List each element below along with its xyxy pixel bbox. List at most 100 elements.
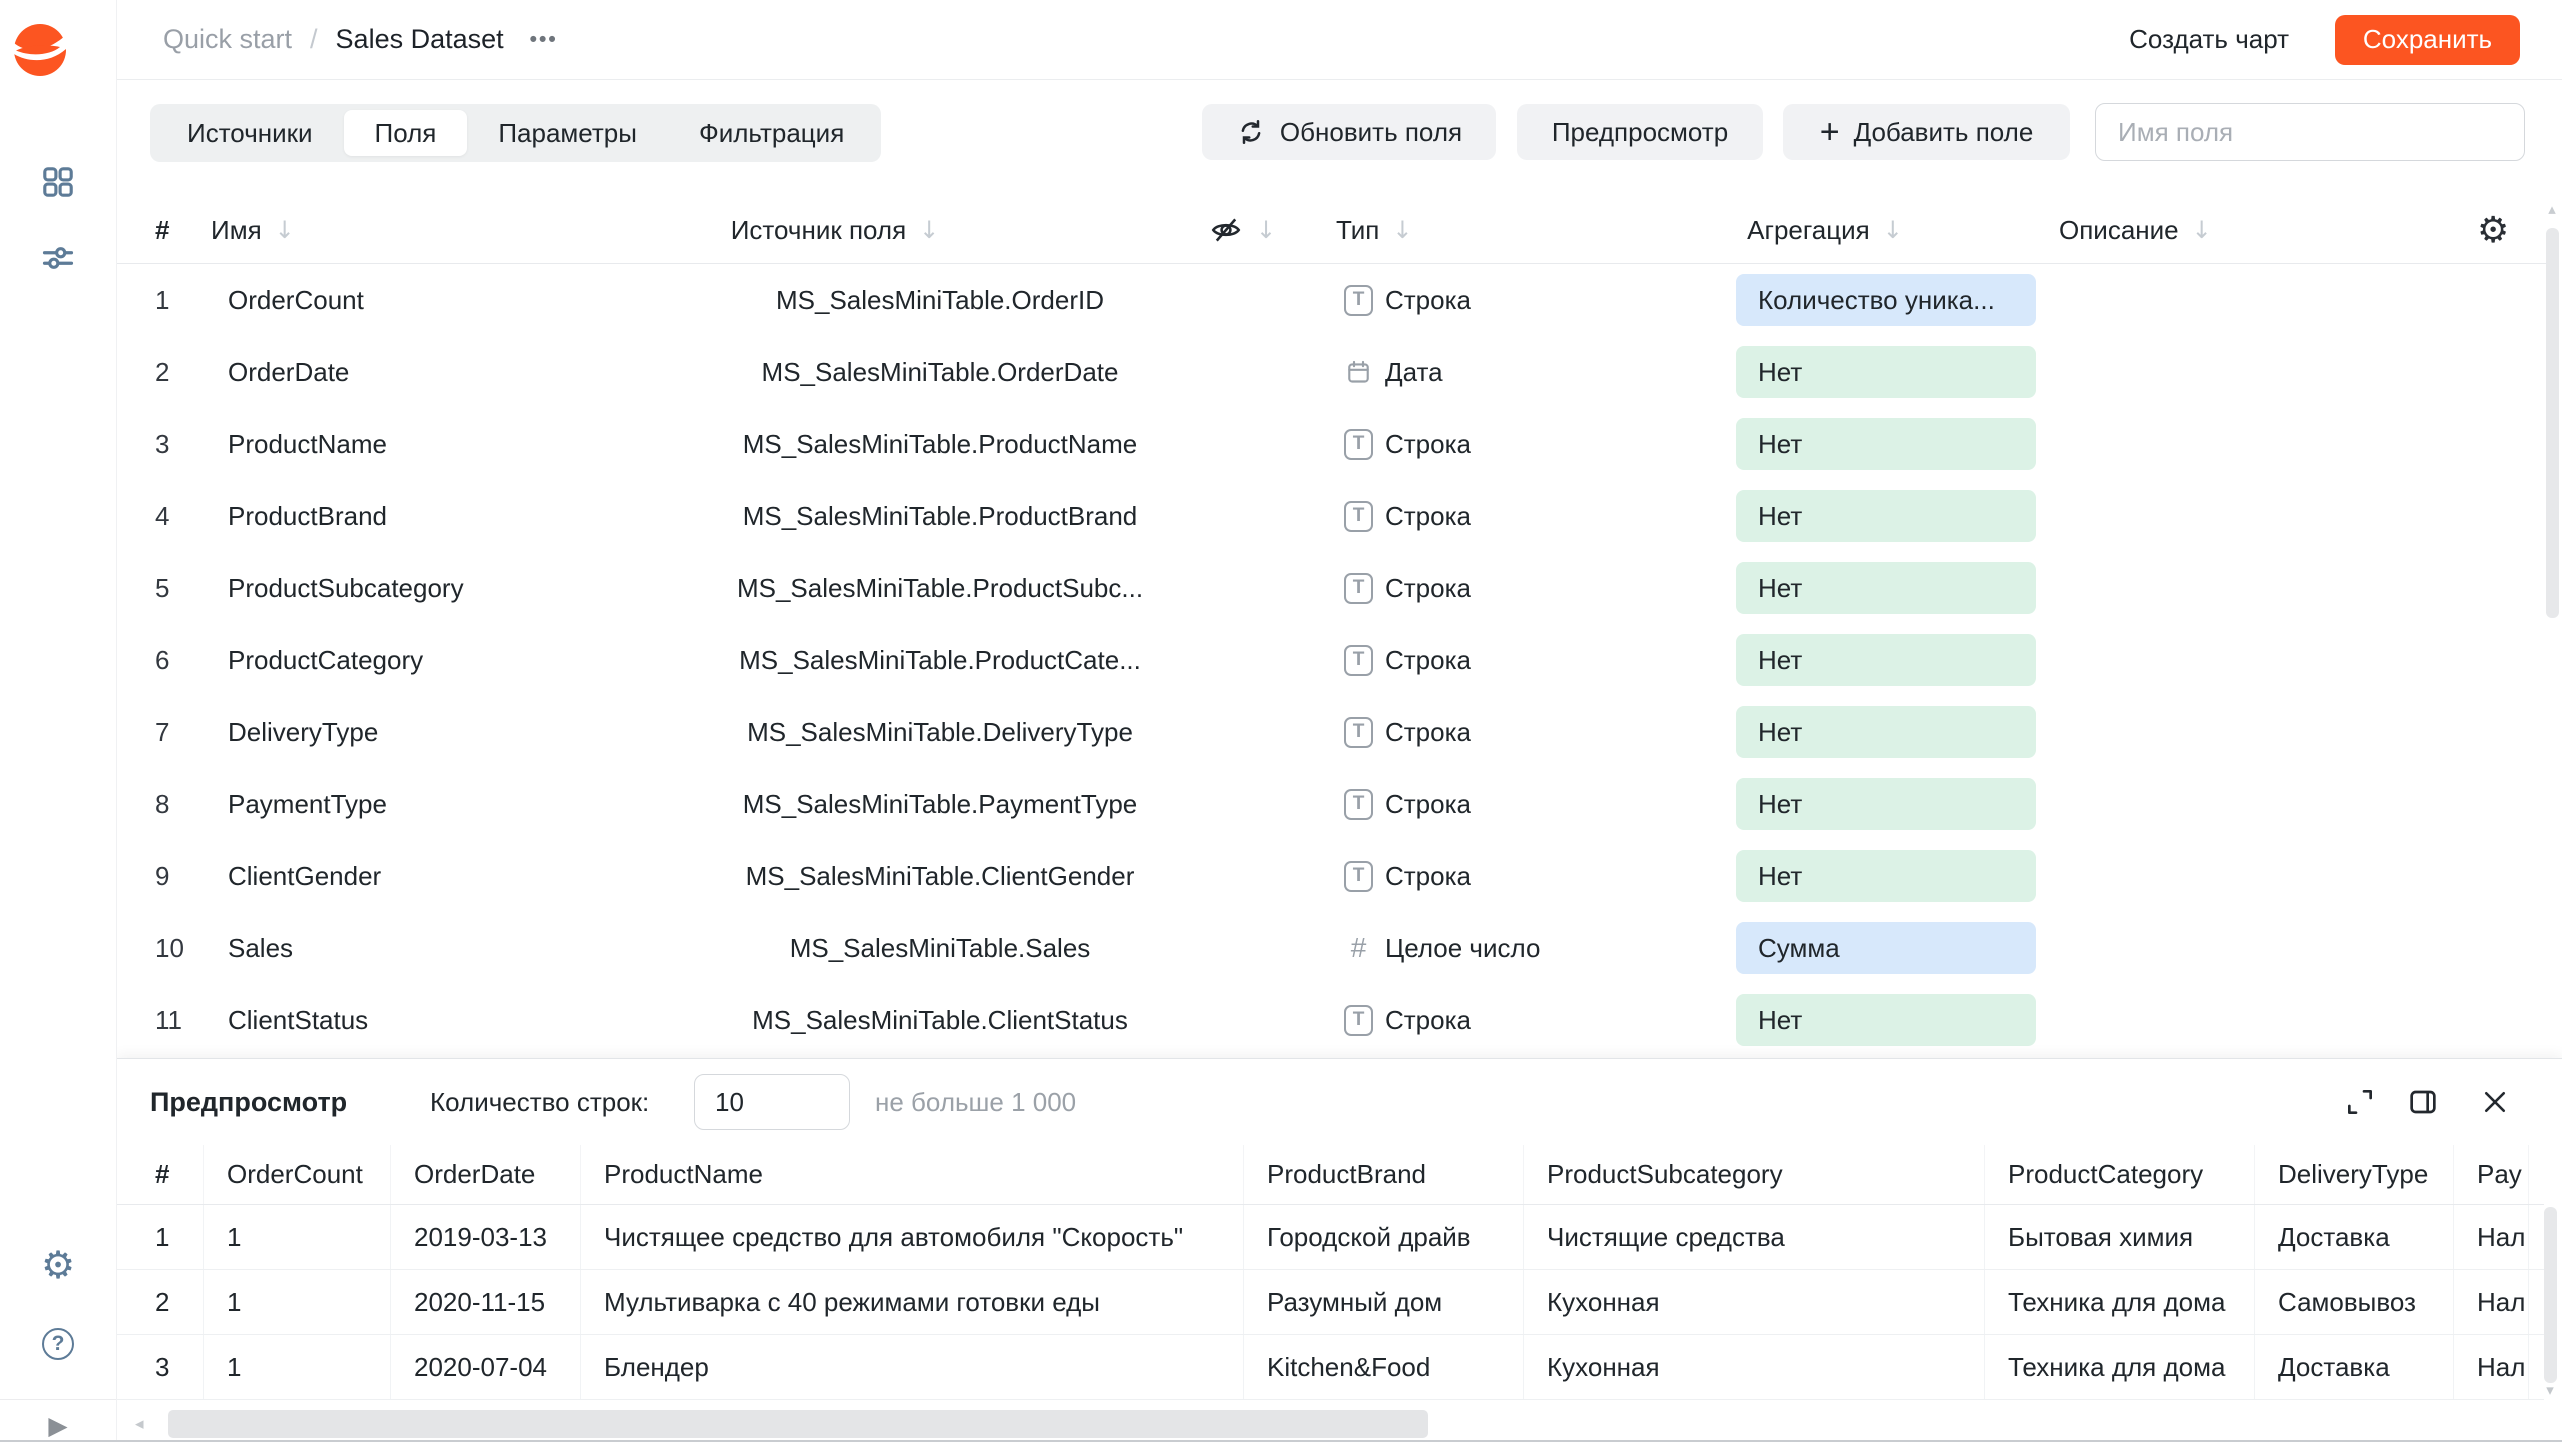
preview-cell: Самовывоз (2254, 1270, 2453, 1334)
field-row[interactable]: 5ProductSubcategoryMS_SalesMiniTable.Pro… (117, 552, 2546, 624)
sort-icon[interactable]: ↓ (1883, 216, 1903, 244)
sort-icon[interactable]: ↓ (2192, 216, 2212, 244)
row-count-input[interactable] (694, 1074, 850, 1130)
field-row[interactable]: 8PaymentTypeMS_SalesMiniTable.PaymentTyp… (117, 768, 2546, 840)
tab-parameters[interactable]: Параметры (467, 110, 668, 156)
field-type-label: Строка (1385, 789, 1471, 820)
tab-sources[interactable]: Источники (156, 110, 344, 156)
column-header-visibility[interactable]: ↓ (1209, 196, 1276, 264)
aggregation-select[interactable]: Количество уника... (1736, 274, 2036, 326)
preview-scroll-down-icon[interactable]: ▾ (2542, 1381, 2558, 1399)
sidebar: ⚙ ? ▶ (0, 0, 117, 1442)
add-field-button[interactable]: +Добавить поле (1783, 104, 2070, 160)
field-type: TСтрока (1330, 645, 1730, 676)
table-settings-gear-icon[interactable]: ⚙ (2477, 196, 2509, 264)
field-row[interactable]: 1OrderCountMS_SalesMiniTable.OrderIDTСтр… (117, 264, 2546, 336)
row-count-label: Количество строк: (430, 1087, 649, 1118)
field-row[interactable]: 4ProductBrandMS_SalesMiniTable.ProductBr… (117, 480, 2546, 552)
datalens-logo-icon[interactable] (14, 24, 66, 76)
aggregation-select[interactable]: Нет (1736, 634, 2036, 686)
field-name: ClientGender (210, 861, 650, 892)
refresh-fields-label: Обновить поля (1280, 117, 1462, 148)
field-row[interactable]: 11ClientStatusMS_SalesMiniTable.ClientSt… (117, 984, 2546, 1056)
field-type-label: Строка (1385, 573, 1471, 604)
sidebar-gear-icon[interactable]: ⚙ (38, 1246, 78, 1286)
sort-icon[interactable]: ↓ (919, 216, 939, 244)
aggregation-select[interactable]: Нет (1736, 850, 2036, 902)
settings-sliders-icon[interactable] (38, 238, 78, 278)
integer-type-icon: # (1344, 932, 1373, 964)
aggregation-cell: Нет (1730, 850, 2040, 902)
tab-fields[interactable]: Поля (344, 110, 468, 156)
field-row[interactable]: 3ProductNameMS_SalesMiniTable.ProductNam… (117, 408, 2546, 480)
sort-icon[interactable]: ↓ (275, 216, 295, 244)
field-type-label: Строка (1385, 645, 1471, 676)
preview-title: Предпросмотр (150, 1087, 347, 1118)
fields-vertical-scrollbar[interactable] (2546, 228, 2559, 618)
aggregation-select[interactable]: Нет (1736, 490, 2036, 542)
aggregation-cell: Сумма (1730, 922, 2040, 974)
aggregation-cell: Нет (1730, 418, 2040, 470)
navigation-grid-icon[interactable] (38, 162, 78, 202)
aggregation-select[interactable]: Сумма (1736, 922, 2036, 974)
preview-vertical-scrollbar[interactable] (2544, 1207, 2557, 1383)
preview-cell: 1 (203, 1270, 390, 1334)
field-name-search-input[interactable] (2095, 103, 2525, 161)
preview-split-view-icon[interactable] (2405, 1084, 2441, 1120)
refresh-fields-button[interactable]: Обновить поля (1202, 104, 1496, 160)
aggregation-select[interactable]: Нет (1736, 418, 2036, 470)
preview-close-icon[interactable] (2477, 1084, 2513, 1120)
save-button[interactable]: Сохранить (2335, 15, 2520, 65)
column-header-type[interactable]: Тип ↓ (1336, 196, 1412, 264)
preview-horizontal-scrollbar[interactable] (168, 1410, 1428, 1438)
preview-cell: Нал (2453, 1335, 2528, 1399)
field-name: ProductBrand (210, 501, 650, 532)
column-header-name[interactable]: Имя↓ (211, 196, 295, 264)
scroll-left-icon[interactable]: ◂ (135, 1414, 144, 1434)
field-name: DeliveryType (210, 717, 650, 748)
row-index: 5 (117, 573, 210, 604)
more-menu-icon[interactable]: ••• (530, 28, 558, 52)
field-type-label: Строка (1385, 1005, 1471, 1036)
field-type: TСтрока (1330, 789, 1730, 820)
string-type-icon: T (1344, 861, 1373, 892)
field-row[interactable]: 7DeliveryTypeMS_SalesMiniTable.DeliveryT… (117, 696, 2546, 768)
fields-scroll-up-icon[interactable]: ▴ (2544, 200, 2560, 218)
breadcrumb-quick-start[interactable]: Quick start (163, 24, 292, 55)
preview-cell: Доставка (2254, 1205, 2453, 1269)
column-header-aggregation[interactable]: Агрегация↓ (1730, 196, 1920, 264)
field-type-label: Строка (1385, 501, 1471, 532)
aggregation-select[interactable]: Нет (1736, 346, 2036, 398)
preview-cell: Чистящее средство для автомобиля "Скорос… (580, 1205, 1243, 1269)
aggregation-select[interactable]: Нет (1736, 706, 2036, 758)
aggregation-select[interactable]: Нет (1736, 778, 2036, 830)
field-source: MS_SalesMiniTable.ProductCate... (650, 645, 1230, 676)
create-chart-button[interactable]: Создать чарт (2111, 14, 2307, 65)
string-type-icon: T (1344, 717, 1373, 748)
sort-icon[interactable]: ↓ (1256, 216, 1276, 244)
topbar-actions: Создать чарт Сохранить (2111, 14, 2562, 65)
preview-cell: 2019-03-13 (390, 1205, 580, 1269)
aggregation-select[interactable]: Нет (1736, 994, 2036, 1046)
aggregation-select[interactable]: Нет (1736, 562, 2036, 614)
preview-column-header: OrderCount (203, 1145, 390, 1204)
field-row[interactable]: 2OrderDateMS_SalesMiniTable.OrderDateДат… (117, 336, 2546, 408)
dataset-editor-page: ⚙ ? ▶ Quick start / Sales Dataset ••• Со… (0, 0, 2562, 1442)
preview-expand-icon[interactable] (2342, 1084, 2378, 1120)
sort-icon[interactable]: ↓ (1392, 216, 1412, 244)
column-header-source[interactable]: Источник поля↓ (650, 196, 1020, 264)
column-header-type-label: Тип (1336, 215, 1379, 246)
eye-off-icon (1209, 213, 1243, 247)
field-row[interactable]: 9ClientGenderMS_SalesMiniTable.ClientGen… (117, 840, 2546, 912)
column-header-description[interactable]: Описание↓ (2059, 196, 2212, 264)
field-row[interactable]: 10SalesMS_SalesMiniTable.Sales#Целое чис… (117, 912, 2546, 984)
row-index: 1 (117, 285, 210, 316)
preview-toggle-button[interactable]: Предпросмотр (1517, 104, 1763, 160)
help-icon[interactable]: ? (38, 1324, 78, 1364)
expand-sidebar-icon[interactable]: ▶ (38, 1406, 78, 1442)
field-type-label: Строка (1385, 717, 1471, 748)
tab-filtering[interactable]: Фильтрация (668, 110, 875, 156)
preview-cell: Доставка (2254, 1335, 2453, 1399)
field-name: OrderDate (210, 357, 650, 388)
field-row[interactable]: 6ProductCategoryMS_SalesMiniTable.Produc… (117, 624, 2546, 696)
